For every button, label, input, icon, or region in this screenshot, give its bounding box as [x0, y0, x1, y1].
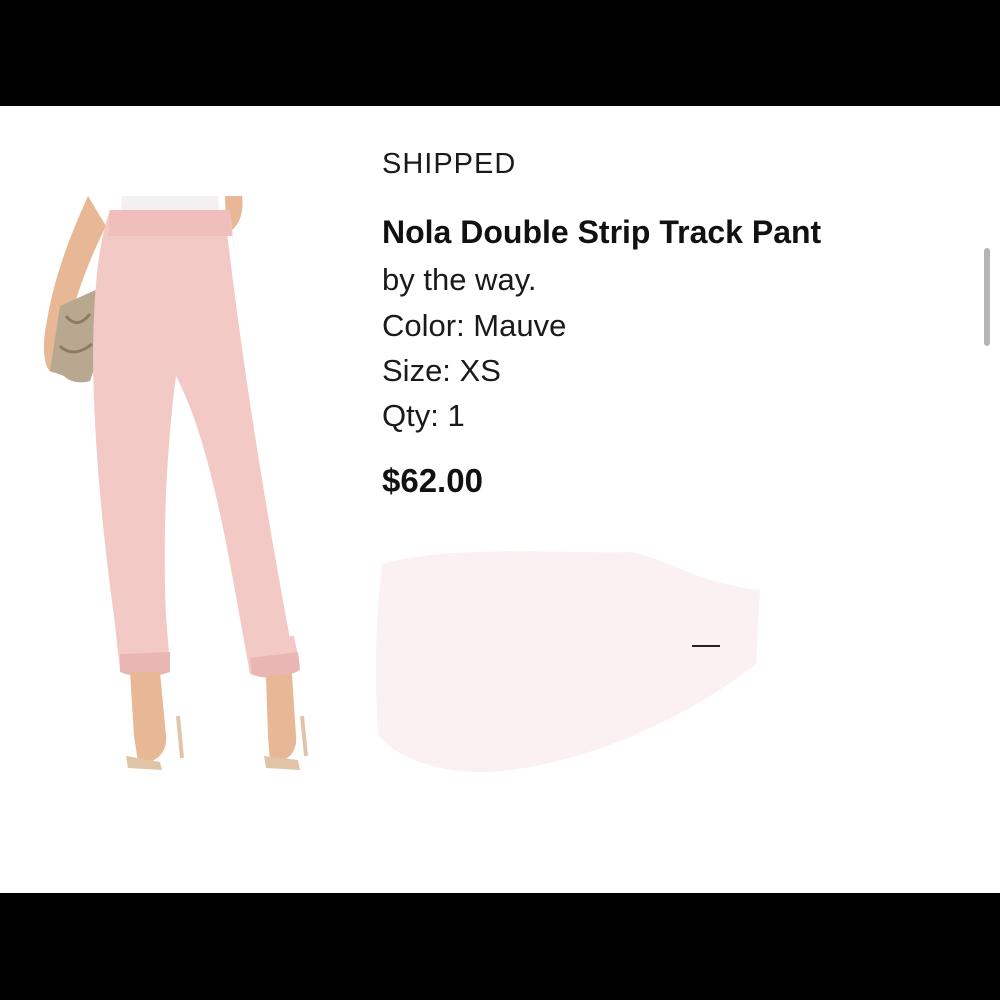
product-image[interactable]: [30, 196, 330, 806]
redacted-area: [375, 551, 760, 773]
letterbox-top: [0, 0, 1000, 106]
screenshot-frame: SHIPPED Nola Double Strip Track Pant by …: [0, 0, 1000, 1000]
order-status: SHIPPED: [382, 148, 517, 180]
letterbox-bottom: [0, 893, 1000, 1000]
price: $62.00: [382, 462, 483, 499]
brand-name: by the way.: [382, 262, 537, 297]
quantity-line: Qty: 1: [382, 398, 465, 433]
order-item-card: SHIPPED Nola Double Strip Track Pant by …: [0, 106, 1000, 893]
scrollbar[interactable]: [984, 248, 990, 346]
product-title[interactable]: Nola Double Strip Track Pant: [382, 214, 821, 251]
color-line: Color: Mauve: [382, 308, 567, 343]
size-line: Size: XS: [382, 353, 501, 388]
